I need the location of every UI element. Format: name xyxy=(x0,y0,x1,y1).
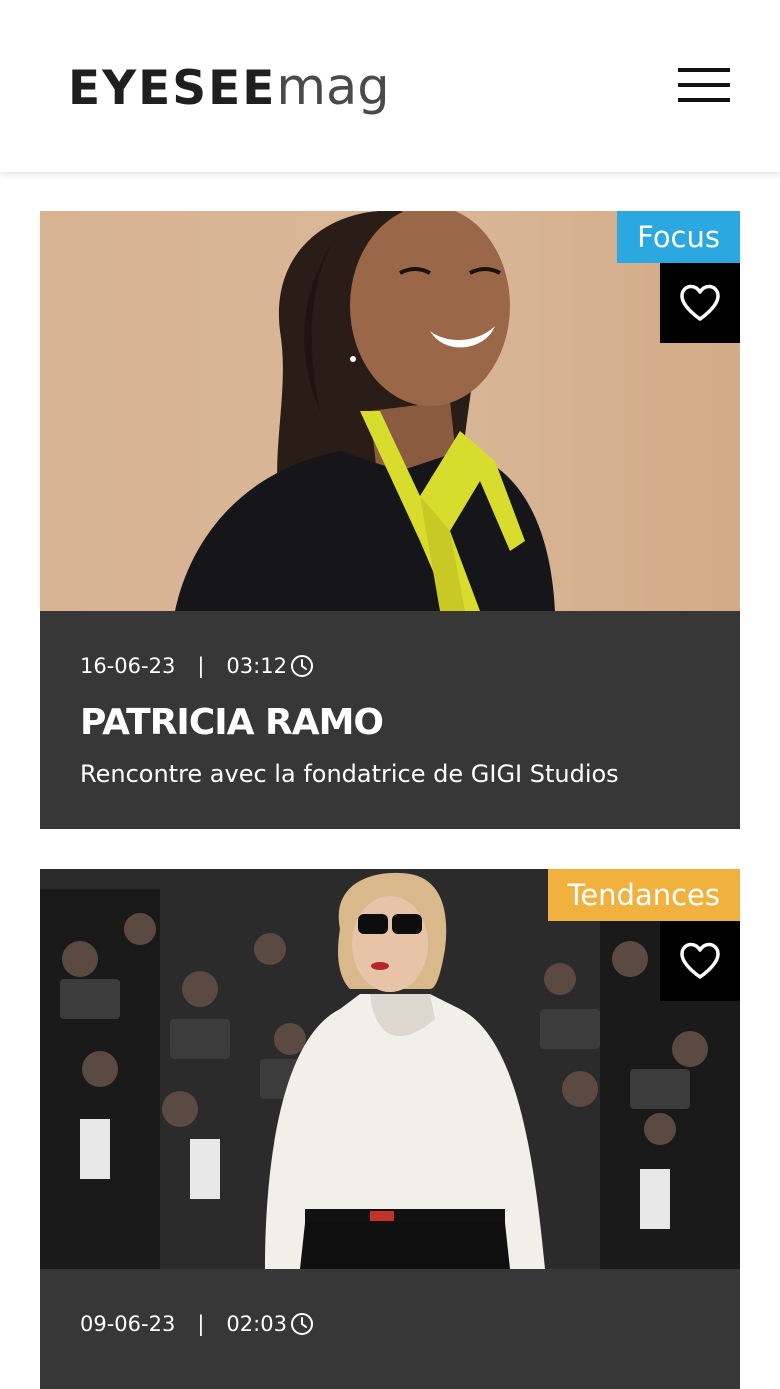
logo-strong-text: EYESEE xyxy=(68,61,277,116)
red-carpet-photo xyxy=(40,869,740,1269)
article-date: 16-06-23 xyxy=(80,654,176,678)
read-time: 03:12 xyxy=(226,654,287,678)
logo-light-text: mag xyxy=(276,58,390,117)
hamburger-menu-icon[interactable] xyxy=(678,68,730,104)
menu-bar xyxy=(678,98,730,102)
category-badge[interactable]: Focus xyxy=(617,211,740,263)
clock-icon xyxy=(290,1312,314,1336)
article-title[interactable]: PATRICIA RAMO xyxy=(80,701,700,745)
favorite-button[interactable] xyxy=(660,921,740,1001)
meta-separator: | xyxy=(197,1312,205,1336)
meta-separator: | xyxy=(197,654,205,678)
heart-icon xyxy=(680,942,720,979)
article-photo[interactable]: Focus xyxy=(40,211,740,611)
heart-icon xyxy=(680,284,720,321)
site-logo[interactable]: EYESEE mag xyxy=(68,58,390,122)
article-subtitle[interactable]: Rencontre avec la fondatrice de GIGI Stu… xyxy=(80,757,700,791)
favorite-button[interactable] xyxy=(660,263,740,343)
site-header: EYESEE mag xyxy=(0,0,780,172)
portrait-photo xyxy=(175,211,555,611)
menu-bar xyxy=(678,68,730,72)
article-body: 16-06-23 | 03:12 PATRICIA RAMO Rencontre… xyxy=(40,611,740,829)
article-meta: 09-06-23 | 02:03 xyxy=(80,1309,700,1339)
article-meta: 16-06-23 | 03:12 xyxy=(80,651,700,681)
article-card[interactable]: Focus 16-06-23 | 03:12 PATRICIA RAMO Ren… xyxy=(40,211,740,829)
article-photo[interactable]: Tendances xyxy=(40,869,740,1269)
article-card[interactable]: Tendances 09-06-23 | 02:03 xyxy=(40,869,740,1389)
menu-bar xyxy=(678,83,730,87)
category-badge[interactable]: Tendances xyxy=(547,869,740,921)
article-date: 09-06-23 xyxy=(80,1312,176,1336)
clock-icon xyxy=(290,654,314,678)
article-body: 09-06-23 | 02:03 xyxy=(40,1269,740,1389)
read-time: 02:03 xyxy=(226,1312,287,1336)
